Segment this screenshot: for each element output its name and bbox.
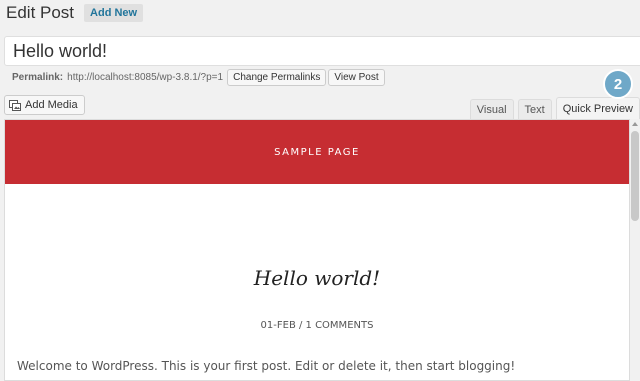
- page-header: Edit Post Add New: [6, 2, 144, 24]
- preview-site-header: SAMPLE PAGE: [5, 120, 629, 184]
- preview-post-title[interactable]: Hello world!: [5, 266, 629, 290]
- permalink-label: Permalink:: [12, 71, 64, 83]
- tab-visual[interactable]: Visual: [469, 99, 514, 120]
- step-badge: 2: [603, 69, 633, 99]
- preview-post-body: Welcome to WordPress. This is your first…: [17, 359, 516, 373]
- scroll-thumb[interactable]: [631, 131, 639, 221]
- add-new-button[interactable]: Add New: [84, 4, 144, 22]
- page-title: Edit Post: [6, 3, 75, 22]
- view-post-button[interactable]: View Post: [328, 68, 385, 86]
- post-title-input[interactable]: [4, 36, 640, 66]
- preview-scrollbar[interactable]: [630, 119, 640, 381]
- scroll-up-icon[interactable]: [632, 122, 638, 126]
- add-media-button[interactable]: Add Media: [4, 95, 85, 115]
- tab-text[interactable]: Text: [517, 99, 552, 120]
- permalink-url[interactable]: http://localhost:8085/wp-3.8.1/?p=1: [67, 72, 223, 83]
- add-media-label: Add Media: [25, 99, 78, 111]
- editor-tabs: Visual Text Quick Preview: [466, 97, 640, 120]
- permalink-row: Permalink: http://localhost:8085/wp-3.8.…: [12, 68, 387, 86]
- change-permalinks-button[interactable]: Change Permalinks: [227, 68, 327, 86]
- sample-page-link[interactable]: SAMPLE PAGE: [274, 147, 360, 158]
- preview-post-meta: 01-FEB / 1 COMMENTS: [260, 320, 374, 331]
- preview-frame: SAMPLE PAGE Hello world! 01-FEB / 1 COMM…: [4, 119, 630, 381]
- tab-quick-preview[interactable]: Quick Preview: [555, 97, 640, 120]
- add-media-icon: [9, 99, 21, 111]
